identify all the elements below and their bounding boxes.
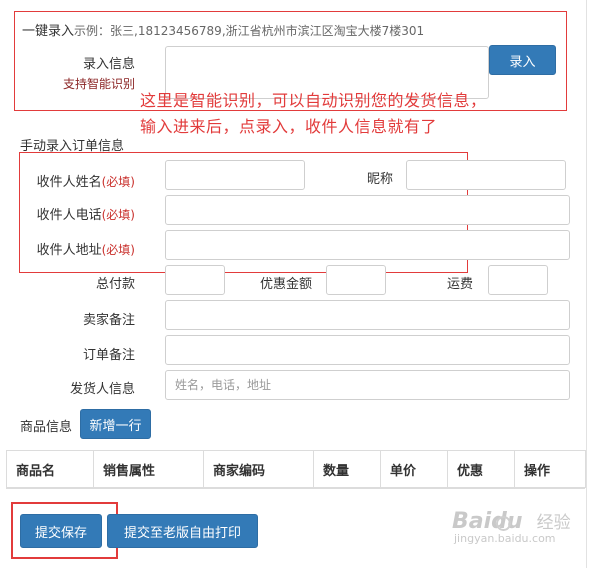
baidu-watermark: Baidu 经验 jingyan.baidu.com — [452, 508, 571, 545]
required-mark: (必填) — [101, 208, 135, 222]
discount-input[interactable] — [326, 265, 386, 295]
nickname-label: 昵称 — [366, 172, 393, 187]
annotation-line-1: 这里是智能识别，可以自动识别您的发货信息， — [140, 91, 487, 110]
quick-entry-title: 一键录入 — [22, 24, 75, 39]
col-quantity: 数量 — [313, 450, 381, 488]
watermark-suffix: 经验 — [536, 513, 571, 533]
seller-note-label: 卖家备注 — [82, 313, 135, 328]
goods-table: 商品名 销售属性 商家编码 数量 单价 优惠 操作 — [6, 450, 586, 488]
recipient-name-label: 收件人姓名(必填) — [36, 175, 135, 190]
add-row-button[interactable]: 新增一行 — [80, 409, 151, 439]
goods-table-header: 商品名 销售属性 商家编码 数量 单价 优惠 操作 — [6, 450, 586, 488]
required-mark: (必填) — [101, 175, 135, 189]
quick-entry-example: 示例：张三,18123456789,浙江省杭州市滨江区淘宝大楼7楼301 — [74, 24, 425, 38]
table-divider — [6, 487, 585, 489]
col-unit-price: 单价 — [380, 450, 448, 488]
recipient-address-label: 收件人地址(必填) — [36, 243, 135, 258]
submit-save-button[interactable]: 提交保存 — [20, 514, 102, 548]
recipient-address-input[interactable] — [165, 230, 570, 260]
col-discount: 优惠 — [447, 450, 515, 488]
submit-old-print-button[interactable]: 提交至老版自由打印 — [107, 514, 258, 548]
quick-entry-button[interactable]: 录入 — [489, 45, 556, 75]
info-label: 录入信息 — [82, 57, 135, 72]
col-sales-attributes: 销售属性 — [93, 450, 204, 488]
window-right-edge — [586, 0, 587, 568]
quick-entry-header: 一键录入示例：张三,18123456789,浙江省杭州市滨江区淘宝大楼7楼301 — [22, 20, 424, 39]
annotation-line-2: 输入进来后，点录入，收件人信息就有了 — [140, 117, 438, 136]
order-note-label: 订单备注 — [82, 348, 135, 363]
col-merchant-code: 商家编码 — [203, 450, 314, 488]
recipient-phone-label: 收件人电话(必填) — [36, 208, 135, 223]
col-product-name: 商品名 — [6, 450, 94, 488]
order-note-input[interactable] — [165, 335, 570, 365]
smart-recognition-label: 支持智能识别 — [62, 77, 135, 91]
sender-info-label: 发货人信息 — [69, 382, 135, 397]
col-actions: 操作 — [514, 450, 586, 488]
shipping-input[interactable] — [488, 265, 548, 295]
shipping-label: 运费 — [446, 277, 473, 292]
goods-info-label: 商品信息 — [20, 420, 73, 435]
discount-label: 优惠金额 — [259, 277, 312, 292]
seller-note-input[interactable] — [165, 300, 570, 330]
total-payment-label: 总付款 — [95, 277, 135, 292]
total-payment-input[interactable] — [165, 265, 225, 295]
sender-info-input[interactable] — [165, 370, 570, 400]
recipient-name-input[interactable] — [165, 160, 305, 190]
watermark-url: jingyan.baidu.com — [454, 532, 556, 545]
required-mark: (必填) — [101, 243, 135, 257]
recipient-phone-input[interactable] — [165, 195, 570, 225]
watermark-brand: Baidu — [452, 509, 523, 534]
paw-icon — [496, 516, 511, 531]
nickname-input[interactable] — [406, 160, 566, 190]
